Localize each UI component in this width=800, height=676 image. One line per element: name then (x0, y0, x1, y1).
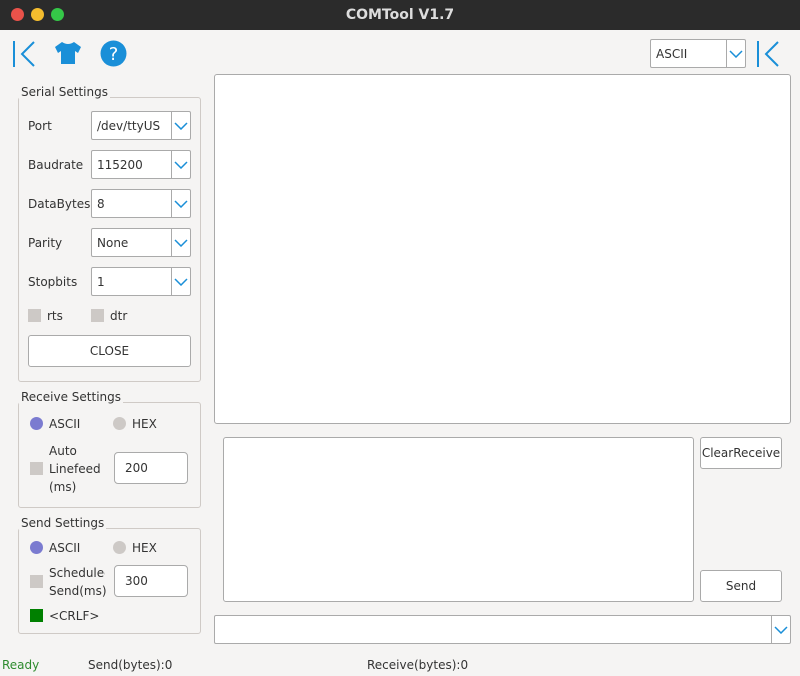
auto-linefeed-checkbox[interactable] (30, 462, 43, 475)
send-ascii-label: ASCII (49, 541, 81, 555)
chevron-down-icon (726, 40, 745, 67)
minimize-window-button[interactable] (31, 8, 44, 21)
chevron-down-icon (171, 190, 190, 217)
parity-label: Parity (28, 236, 63, 250)
receive-hex-label: HEX (132, 417, 157, 431)
scheduled-send-input[interactable]: 300 (114, 565, 188, 597)
port-value: /dev/ttyUS (97, 118, 161, 133)
rts-checkbox[interactable] (28, 309, 41, 322)
scheduled-send-checkbox[interactable] (30, 575, 43, 588)
status-ready: Ready (2, 658, 40, 672)
chevron-down-icon (171, 229, 190, 256)
stopbits-label: Stopbits (28, 275, 78, 289)
port-label: Port (28, 119, 52, 133)
baudrate-label: Baudrate (28, 158, 84, 172)
baudrate-value: 115200 (97, 157, 143, 172)
databytes-value: 8 (97, 196, 105, 211)
collapse-left-icon[interactable] (12, 40, 36, 68)
encoding-value: ASCII (656, 46, 688, 61)
port-select[interactable]: /dev/ttyUS (91, 111, 191, 140)
status-receive-bytes: Receive(bytes):0 (367, 658, 469, 672)
encoding-select[interactable]: ASCII (650, 39, 746, 68)
receive-ascii-label: ASCII (49, 417, 81, 431)
send-history-select[interactable] (214, 615, 791, 644)
send-button[interactable]: Send (700, 570, 782, 602)
send-settings-title: Send Settings (19, 516, 107, 530)
crlf-checkbox[interactable] (30, 609, 43, 622)
window-title: COMTool V1.7 (345, 7, 455, 23)
dtr-label: dtr (110, 309, 128, 323)
status-send-bytes: Send(bytes):0 (88, 658, 173, 672)
send-hex-label: HEX (132, 541, 157, 555)
send-hex-radio[interactable] (113, 541, 126, 554)
send-text-area[interactable] (223, 437, 694, 602)
rts-label: rts (47, 309, 63, 323)
crlf-label: <CRLF> (49, 609, 100, 623)
chevron-down-icon (171, 151, 190, 178)
auto-linefeed-label-1: Auto (49, 444, 77, 458)
chevron-down-icon (171, 268, 190, 295)
dtr-checkbox[interactable] (91, 309, 104, 322)
stopbits-select[interactable]: 1 (91, 267, 191, 296)
auto-linefeed-input[interactable]: 200 (114, 452, 188, 484)
clear-receive-button[interactable]: ClearReceive (700, 437, 782, 469)
chevron-down-icon (171, 112, 190, 139)
scheduled-send-label-1: Scheduled (49, 566, 105, 580)
chevron-down-icon (771, 616, 790, 643)
receive-settings-title: Receive Settings (19, 390, 124, 404)
receive-hex-radio[interactable] (113, 417, 126, 430)
serial-settings-title: Serial Settings (19, 85, 110, 99)
baudrate-select[interactable]: 115200 (91, 150, 191, 179)
maximize-window-button[interactable] (51, 8, 64, 21)
parity-value: None (97, 235, 129, 250)
receive-ascii-radio[interactable] (30, 417, 43, 430)
auto-linefeed-label-2: Linefeed (49, 462, 101, 476)
close-window-button[interactable] (11, 8, 24, 21)
databytes-label: DataBytes (28, 197, 91, 211)
scheduled-send-label-2: Send(ms) (49, 584, 107, 598)
help-icon[interactable]: ? (100, 40, 127, 67)
send-ascii-radio[interactable] (30, 541, 43, 554)
skin-shirt-icon[interactable] (54, 41, 82, 65)
parity-select[interactable]: None (91, 228, 191, 257)
svg-text:?: ? (109, 44, 119, 65)
close-port-button[interactable]: CLOSE (28, 335, 191, 367)
collapse-right-icon[interactable] (756, 40, 780, 68)
receive-text-area[interactable] (214, 74, 791, 424)
databytes-select[interactable]: 8 (91, 189, 191, 218)
stopbits-value: 1 (97, 274, 105, 289)
title-bar: COMTool V1.7 (0, 0, 800, 30)
auto-linefeed-label-3: (ms) (49, 480, 77, 494)
